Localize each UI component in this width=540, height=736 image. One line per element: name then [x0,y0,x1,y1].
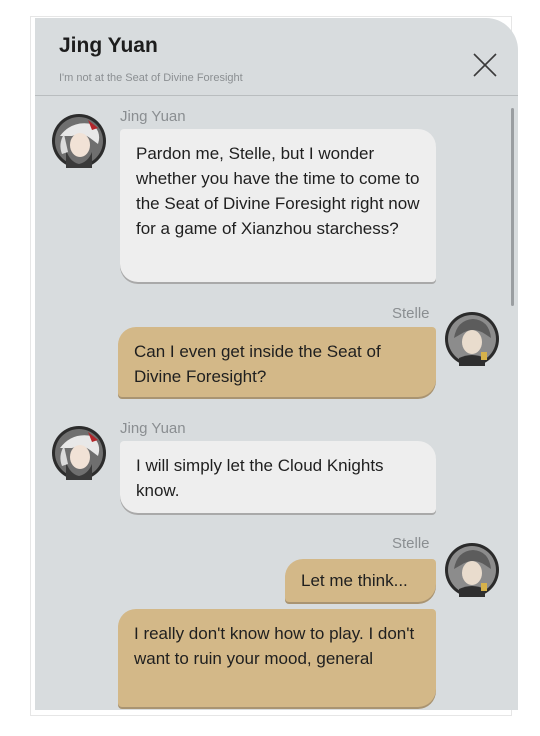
sender-name: Stelle [392,305,430,322]
sender-name: Stelle [392,535,430,552]
close-button[interactable] [472,52,498,78]
close-icon [473,53,497,77]
message-bubble-outgoing: Can I even get inside the Seat of Divine… [118,327,436,397]
scrollbar-thumb[interactable] [511,108,514,306]
chat-header: Jing Yuan I'm not at the Seat of Divine … [35,18,518,96]
stelle-avatar [445,312,499,366]
message-bubble-outgoing: I really don't know how to play. I don't… [118,609,436,707]
sender-name: Jing Yuan [120,420,186,437]
chat-panel: Jing Yuan I'm not at the Seat of Divine … [35,18,518,710]
contact-status: I'm not at the Seat of Divine Foresight [59,72,243,84]
contact-name: Jing Yuan [59,34,158,57]
message-bubble-outgoing: Let me think... [285,559,436,602]
stelle-avatar [445,543,499,597]
jing-yuan-avatar [52,426,106,480]
jing-yuan-avatar [52,114,106,168]
message-bubble-incoming: I will simply let the Cloud Knights know… [120,441,436,513]
message-bubble-incoming: Pardon me, Stelle, but I wonder whether … [120,129,436,282]
sender-name: Jing Yuan [120,108,186,125]
